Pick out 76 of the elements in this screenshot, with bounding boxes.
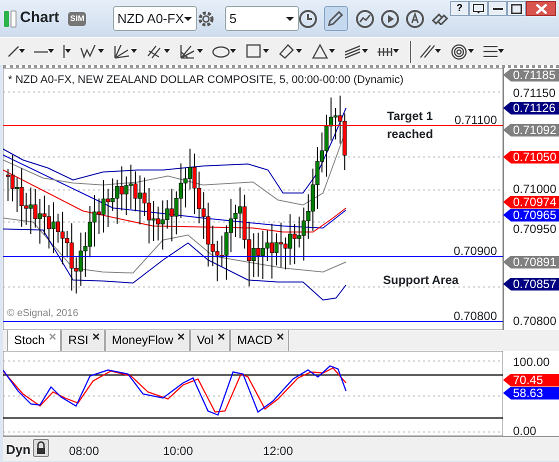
- triangle-icon: [311, 42, 329, 62]
- axis-label: 100.00: [513, 354, 550, 368]
- vertical-line-icon: [63, 45, 65, 58]
- comb-icon: [377, 46, 393, 56]
- chart-annotation: Support Area: [383, 272, 460, 289]
- caret-icon: [19, 49, 27, 54]
- window-button[interactable]: [488, 1, 507, 16]
- minimize-icon: [492, 8, 502, 10]
- level-label: 0.70900: [454, 243, 497, 260]
- indicator-tab[interactable]: MoneyFlow ×: [104, 328, 190, 351]
- clock-icon: [298, 8, 318, 28]
- caret-icon: [48, 49, 56, 54]
- window-title: Chart: [20, 8, 60, 28]
- chart-icon: [3, 8, 17, 28]
- value-tag: 58.63: [503, 386, 559, 400]
- horizontal-line-icon: [34, 50, 48, 52]
- price-label: 0.70950: [513, 222, 556, 236]
- caret-icon: [435, 49, 443, 54]
- close-icon: [536, 4, 546, 14]
- window-button[interactable]: [469, 1, 488, 16]
- caret-icon: [393, 49, 401, 54]
- caret-icon: [263, 49, 271, 54]
- close-button[interactable]: [526, 1, 556, 16]
- lock-button[interactable]: [33, 439, 49, 457]
- tab-close-button[interactable]: ×: [218, 329, 226, 344]
- caret-icon: [184, 16, 192, 20]
- caret-icon: [230, 49, 238, 54]
- price-label: 0.71000: [513, 182, 556, 196]
- caret-icon: [164, 49, 172, 54]
- price-label: 0.70800: [513, 314, 556, 328]
- time-label: 12:00: [263, 443, 294, 460]
- indicator-tab[interactable]: MACD ×: [230, 328, 290, 351]
- double-slash-icon: [420, 45, 435, 58]
- caret-icon: [468, 49, 476, 54]
- tab-close-button[interactable]: ×: [177, 329, 185, 344]
- sim-badge: SIM: [68, 12, 86, 26]
- mode-label: Dyn: [6, 441, 31, 459]
- maximize-icon: [511, 4, 522, 14]
- concentric-circles-icon: [450, 42, 468, 62]
- level-label: 0.70800: [454, 308, 497, 325]
- price-label: 0.71150: [513, 86, 556, 100]
- caret-icon: [498, 49, 506, 54]
- link-icon: [432, 12, 448, 25]
- indicator-tab[interactable]: Stoch ×: [7, 328, 62, 351]
- caret-icon: [329, 49, 337, 54]
- caret-icon: [362, 49, 370, 54]
- chart-annotation: Target 1 reached: [387, 108, 434, 143]
- caret-icon: [131, 49, 139, 54]
- time-label: 08:00: [69, 443, 100, 460]
- diamond-icon: [278, 42, 296, 62]
- symbol-dropdown[interactable]: NZD A0-FX: [113, 6, 198, 31]
- play-icon: [380, 8, 400, 28]
- tab-close-button[interactable]: ×: [276, 329, 284, 344]
- value-tag: 70.45: [503, 374, 559, 386]
- indicator-tab[interactable]: RSI ×: [61, 328, 105, 351]
- interval-dropdown[interactable]: 5: [225, 6, 300, 31]
- caret-icon: [197, 49, 205, 54]
- caret-icon: [98, 49, 106, 54]
- caret-icon: [286, 16, 294, 20]
- tab-close-button[interactable]: ×: [92, 329, 100, 344]
- copyright-text: © eSignal, 2016: [7, 307, 78, 321]
- letter-a-icon: [405, 8, 426, 28]
- lock-icon: [34, 440, 48, 456]
- caret-icon: [296, 49, 304, 54]
- help-button[interactable]: ?: [450, 1, 469, 16]
- pencil-icon: [325, 8, 346, 28]
- chart-header: * NZD A0-FX, NEW ZEALAND DOLLAR COMPOSITE, 5, 00:00-00:00 (Dynamic): [8, 73, 404, 88]
- caret-icon: [65, 49, 73, 54]
- diagonal-line-icon: [8, 46, 19, 57]
- axis-label: 0.00: [513, 424, 536, 438]
- gear-icon: [196, 8, 216, 28]
- time-label: 10:00: [163, 443, 194, 460]
- lines-icon: [483, 46, 498, 57]
- level-label: 0.71100: [454, 112, 497, 129]
- pencil-button[interactable]: [324, 6, 348, 31]
- window-button[interactable]: [507, 1, 526, 16]
